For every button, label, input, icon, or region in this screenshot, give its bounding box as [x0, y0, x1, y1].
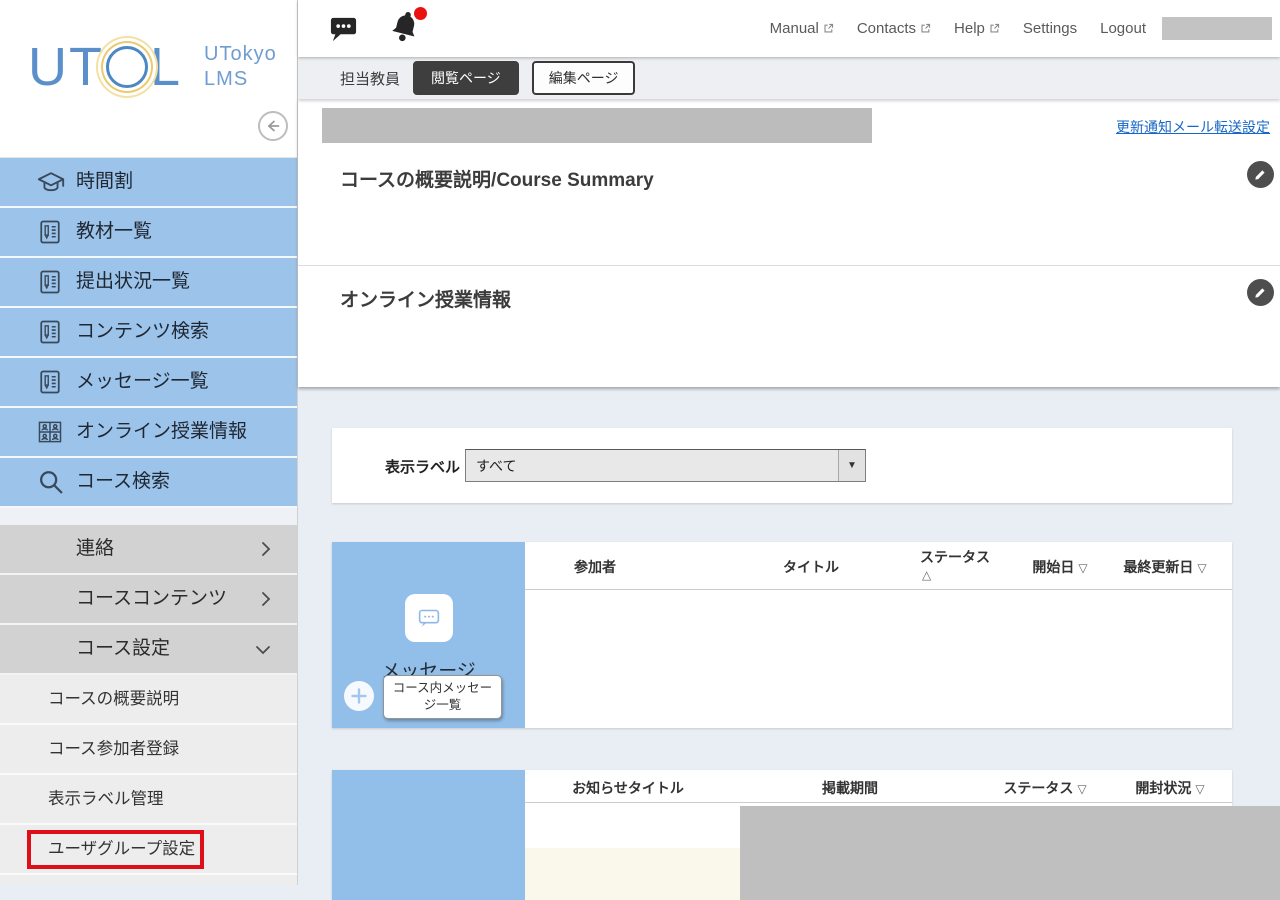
- top-navigation: Manual Contacts Help: [770, 0, 1146, 57]
- logo-area: UT L UTokyo LMS: [0, 0, 297, 158]
- sidebar-subitem-display-label-management[interactable]: 表示ラベル管理: [0, 775, 297, 825]
- sidebar-subitem-participant-registration[interactable]: コース参加者登録: [0, 725, 297, 775]
- announcement-table-header: お知らせタイトル 掲載期間 ステータス▽ 開封状況▽: [525, 770, 1232, 803]
- external-link-icon: [989, 23, 1000, 34]
- announcement-panel-side: [332, 770, 525, 900]
- search-icon: [36, 468, 66, 498]
- chat-bubble-icon: [328, 14, 359, 43]
- dropdown-arrow-icon: ▼: [838, 450, 865, 481]
- sidebar-item-online-class-info[interactable]: オンライン授業情報: [0, 408, 297, 458]
- sidebar-group-course-settings[interactable]: コース設定: [0, 625, 297, 675]
- sidebar-item-timetable[interactable]: 時間割: [0, 158, 297, 208]
- message-table-header: 参加者 タイトル ステータス △ 開始日▽ 最終更新日▽: [525, 542, 1232, 590]
- announcement-panel: お知らせタイトル 掲載期間 ステータス▽ 開封状況▽: [332, 770, 1232, 900]
- clipboard-icon: [36, 318, 64, 346]
- col-participants: 参加者: [574, 557, 616, 577]
- notifications-button[interactable]: [388, 9, 422, 45]
- plus-icon: [349, 686, 369, 706]
- video-grid-icon: [36, 418, 64, 446]
- message-bubble-icon: [405, 594, 453, 642]
- course-summary-panel: 更新通知メール転送設定 コースの概要説明/Course Summary オンライ…: [298, 99, 1280, 387]
- col-read-status-sort[interactable]: 開封状況▽: [1135, 778, 1204, 798]
- logout-link[interactable]: Logout: [1100, 20, 1146, 37]
- sidebar-group-contact[interactable]: 連絡: [0, 525, 297, 575]
- manual-link[interactable]: Manual: [770, 20, 834, 37]
- announcement-table: お知らせタイトル 掲載期間 ステータス▽ 開封状況▽: [525, 770, 1232, 900]
- sidebar-group-course-contents[interactable]: コースコンテンツ: [0, 575, 297, 625]
- col-start-date-sort[interactable]: 開始日▽: [1032, 557, 1087, 577]
- tab-view-page[interactable]: 閲覧ページ: [413, 61, 519, 95]
- display-label-label: 表示ラベル: [385, 456, 460, 477]
- sidebar-main-menu: 時間割 教材一覧 提出状況一覧: [0, 158, 297, 508]
- col-posting-period: 掲載期間: [822, 778, 878, 798]
- sort-asc-icon: △: [922, 568, 931, 582]
- course-title-redacted: [322, 108, 872, 143]
- user-name-redacted: [1162, 17, 1272, 40]
- graduation-cap-icon: [36, 168, 66, 198]
- top-bar: Manual Contacts Help: [298, 0, 1280, 57]
- message-table: 参加者 タイトル ステータス △ 開始日▽ 最終更新日▽: [525, 542, 1232, 728]
- col-status-sort[interactable]: ステータス △: [920, 547, 990, 582]
- clipboard-icon: [36, 268, 64, 296]
- clipboard-icon: [36, 368, 64, 396]
- section-title-online-class-info: オンライン授業情報: [340, 285, 511, 312]
- pencil-icon: [1253, 167, 1268, 182]
- logo-o-rings-icon: [106, 46, 148, 88]
- messages-button[interactable]: [328, 14, 359, 43]
- sidebar-subitem-user-group-settings[interactable]: ユーザグループ設定: [0, 825, 297, 875]
- add-message-button[interactable]: [344, 681, 374, 711]
- col-last-updated-sort[interactable]: 最終更新日▽: [1123, 557, 1206, 577]
- sidebar-group-menu: 連絡 コースコンテンツ コース設定 コースの概要説明 コース参加者登録 表示ラベ…: [0, 525, 297, 875]
- section-divider: [298, 265, 1280, 266]
- contacts-link[interactable]: Contacts: [857, 20, 931, 37]
- sort-desc-icon: ▽: [1078, 561, 1087, 575]
- external-link-icon: [920, 23, 931, 34]
- edit-online-class-info-button[interactable]: [1247, 279, 1274, 306]
- col-announcement-title: お知らせタイトル: [572, 778, 684, 798]
- selected-option: すべて: [466, 456, 838, 476]
- logo-subtitle: UTokyo LMS: [204, 42, 277, 92]
- settings-link[interactable]: Settings: [1023, 20, 1077, 37]
- chevron-right-icon: [261, 541, 271, 557]
- announcement-rows-redacted: [740, 806, 1280, 900]
- logo-text-right: L: [150, 40, 182, 94]
- clipboard-icon: [36, 218, 64, 246]
- main-area: Manual Contacts Help: [298, 0, 1280, 885]
- edit-course-summary-button[interactable]: [1247, 161, 1274, 188]
- col-status-sort[interactable]: ステータス▽: [1003, 778, 1086, 798]
- sidebar: UT L UTokyo LMS: [0, 0, 298, 885]
- sidebar-item-course-search[interactable]: コース検索: [0, 458, 297, 508]
- section-title-course-summary: コースの概要説明/Course Summary: [340, 165, 654, 192]
- pencil-icon: [1253, 285, 1268, 300]
- utol-logo: UT L UTokyo LMS: [28, 40, 277, 94]
- chevron-right-icon: [261, 591, 271, 607]
- logo-text-left: UT: [28, 40, 104, 94]
- tab-edit-page[interactable]: 編集ページ: [532, 61, 636, 95]
- sidebar-spacer: [0, 508, 297, 525]
- sidebar-item-submission-status[interactable]: 提出状況一覧: [0, 258, 297, 308]
- display-label-filter-card: 表示ラベル すべて ▼: [332, 428, 1232, 503]
- help-link[interactable]: Help: [954, 20, 1000, 37]
- course-message-list-tooltip: コース内メッセージ一覧: [383, 675, 502, 719]
- sidebar-item-content-search[interactable]: コンテンツ検索: [0, 308, 297, 358]
- message-panel-side: メッセージ コース内メッセージ一覧: [332, 542, 525, 728]
- sidebar-subitem-course-summary[interactable]: コースの概要説明: [0, 675, 297, 725]
- col-title: タイトル: [783, 557, 839, 577]
- sort-desc-icon: ▽: [1077, 782, 1086, 796]
- sort-desc-icon: ▽: [1197, 561, 1206, 575]
- update-mail-forward-settings-link[interactable]: 更新通知メール転送設定: [1116, 117, 1270, 137]
- sort-desc-icon: ▽: [1195, 782, 1204, 796]
- role-label: 担当教員: [340, 68, 400, 89]
- notification-badge: [414, 7, 427, 20]
- chevron-down-icon: [255, 645, 271, 655]
- arrow-left-icon: [264, 117, 282, 135]
- external-link-icon: [823, 23, 834, 34]
- page-tab-bar: 担当教員 閲覧ページ 編集ページ: [298, 57, 1280, 99]
- message-panel: メッセージ コース内メッセージ一覧 参加者 タイトル ステータス: [332, 542, 1232, 728]
- sidebar-item-materials-list[interactable]: 教材一覧: [0, 208, 297, 258]
- sidebar-item-message-list[interactable]: メッセージ一覧: [0, 358, 297, 408]
- display-label-select[interactable]: すべて ▼: [465, 449, 866, 482]
- sidebar-collapse-button[interactable]: [258, 111, 288, 141]
